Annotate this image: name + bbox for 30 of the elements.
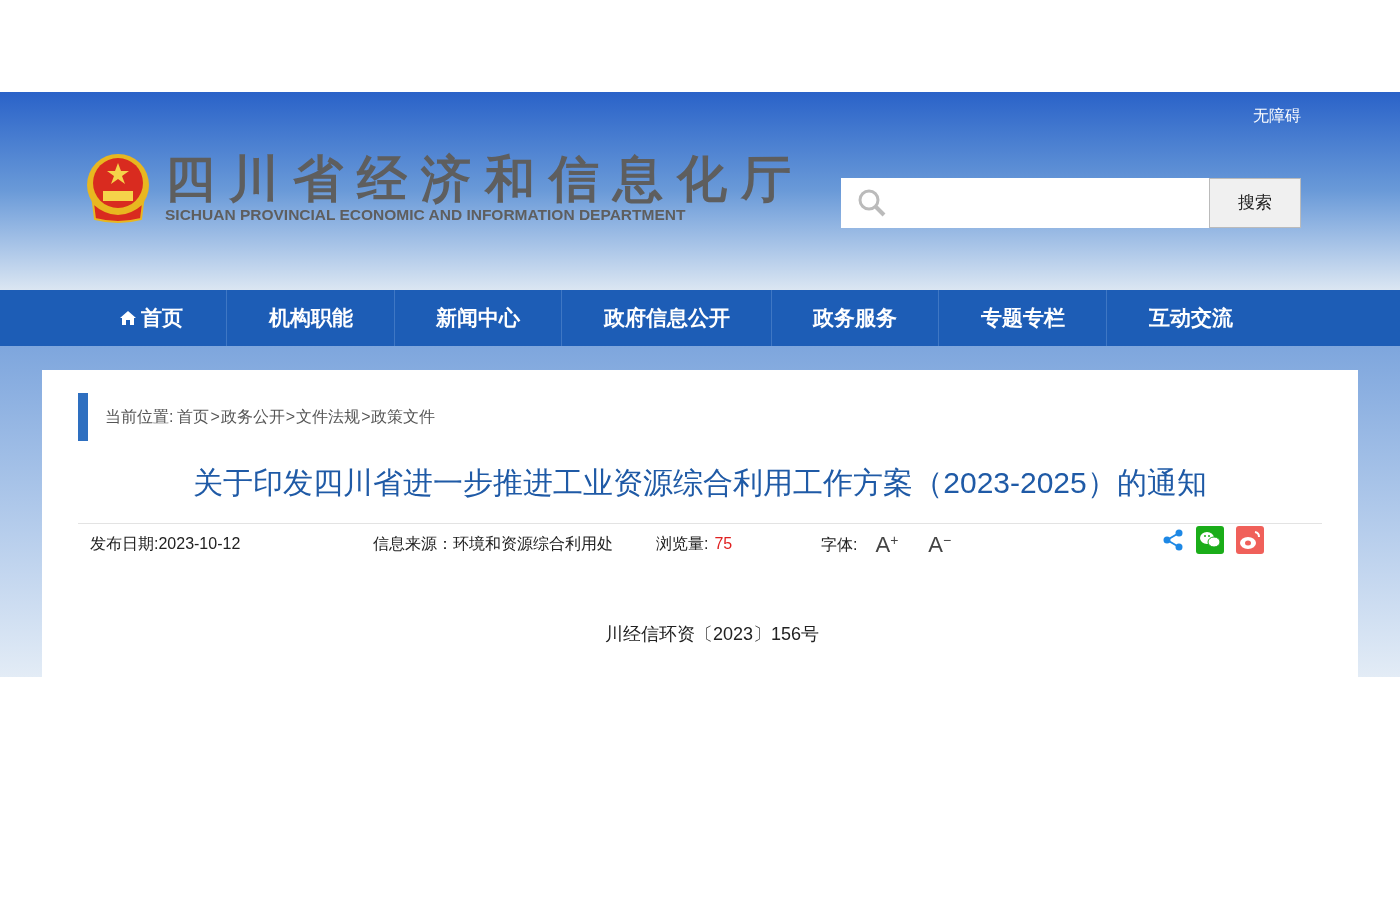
breadcrumb-link[interactable]: 首页 bbox=[177, 405, 210, 429]
emblem-icon bbox=[85, 153, 151, 223]
font-size-label: 字体: bbox=[821, 535, 858, 555]
search-icon bbox=[857, 188, 887, 218]
site-title: 四川省经济和信息化厅 bbox=[165, 152, 805, 206]
font-size-button[interactable]: A$^{+}$ bbox=[875, 532, 899, 558]
breadcrumb-link[interactable]: 政策文件 bbox=[371, 405, 436, 429]
wechat-icon[interactable] bbox=[1196, 526, 1224, 554]
site-subtitle: SICHUAN PROVINCIAL ECONOMIC AND INFORMATION DEPARTMENT bbox=[165, 206, 687, 224]
views-count: 75 bbox=[714, 534, 733, 554]
breadcrumb-label: 当前位置: bbox=[105, 407, 174, 427]
nav-item[interactable]: 互动交流 bbox=[1107, 290, 1275, 346]
publish-date: 发布日期:2023-10-12 bbox=[90, 534, 241, 554]
info-source: 信息来源：环境和资源综合利用处 bbox=[373, 534, 613, 554]
weibo-icon[interactable] bbox=[1236, 526, 1264, 554]
views-label: 浏览量: bbox=[656, 534, 709, 554]
breadcrumb-separator: > bbox=[360, 407, 371, 427]
accessibility-link[interactable]: 无障碍 bbox=[1253, 104, 1301, 128]
share-icon[interactable] bbox=[1162, 529, 1184, 551]
article-title: 关于印发四川省进一步推进工业资源综合利用工作方案（2023-2025）的通知 bbox=[192, 465, 1208, 501]
breadcrumb-link[interactable]: 政务公开 bbox=[220, 405, 285, 429]
accent-bar bbox=[78, 393, 88, 441]
font-size-button[interactable]: A$^{−}$ bbox=[928, 532, 952, 558]
home-icon bbox=[118, 310, 137, 326]
search-field[interactable] bbox=[841, 178, 1209, 228]
document-number: 川经信环资〔2023〕156号 bbox=[603, 623, 821, 646]
breadcrumb-link[interactable]: 文件法规 bbox=[296, 405, 361, 429]
breadcrumb-separator: > bbox=[285, 407, 296, 427]
breadcrumb-separator: > bbox=[209, 407, 221, 427]
search-button[interactable]: 搜索 bbox=[1209, 178, 1301, 228]
